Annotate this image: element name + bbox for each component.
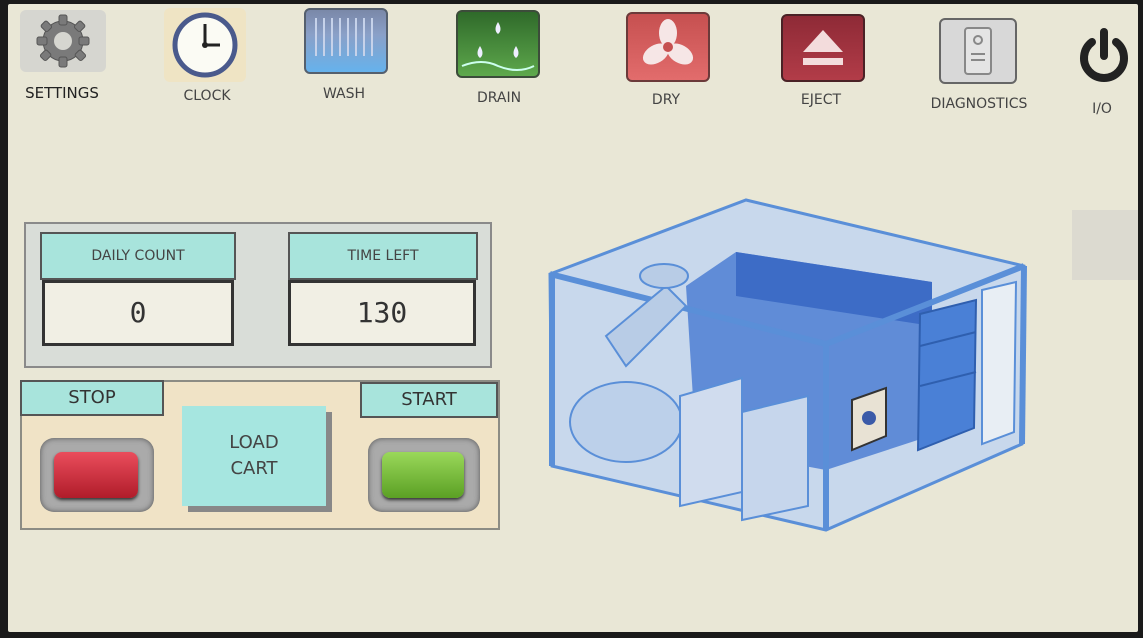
- diagnostics-label: DIAGNOSTICS: [930, 96, 1028, 112]
- stop-button[interactable]: [54, 452, 138, 498]
- daily-count-header: DAILY COUNT: [40, 232, 236, 280]
- counters-panel: DAILY COUNT 0 TIME LEFT 130: [24, 222, 492, 368]
- eject-button[interactable]: EJECT: [773, 4, 873, 114]
- stop-button-well: [40, 438, 154, 512]
- drain-icon: [456, 10, 540, 78]
- wash-icon: [304, 8, 388, 74]
- daily-count-label: DAILY COUNT: [91, 248, 185, 264]
- fan-icon: [626, 12, 710, 82]
- load-cart-line2: CART: [230, 458, 278, 479]
- load-cart-line1: LOAD: [229, 432, 279, 453]
- start-button[interactable]: [382, 452, 464, 498]
- diagnostics-button[interactable]: DIAGNOSTICS: [913, 4, 1053, 119]
- clock-label: CLOCK: [183, 88, 231, 104]
- hmi-screen: SETTINGS CLOCK WASH DRAIN DRY EJECT DIAG…: [8, 4, 1138, 632]
- dry-button[interactable]: DRY: [618, 4, 718, 114]
- clock-button[interactable]: CLOCK: [158, 4, 258, 114]
- wash-button[interactable]: WASH: [298, 4, 388, 114]
- drain-button[interactable]: DRAIN: [448, 4, 558, 114]
- time-left-display: 130: [288, 280, 476, 346]
- dry-label: DRY: [651, 92, 681, 108]
- daily-count-display: 0: [42, 280, 234, 346]
- stop-header: STOP: [20, 380, 164, 416]
- daily-count-value: 0: [129, 296, 147, 329]
- start-label: START: [401, 389, 457, 410]
- start-button-well: [368, 438, 480, 512]
- machine-illustration: [546, 196, 1032, 532]
- load-cart-button[interactable]: LOAD CART: [182, 406, 326, 506]
- drain-label: DRAIN: [476, 90, 522, 106]
- diagnostics-icon: [939, 18, 1017, 84]
- power-label: I/O: [1092, 101, 1112, 117]
- side-tab[interactable]: [1072, 210, 1138, 280]
- top-toolbar: SETTINGS CLOCK WASH DRAIN DRY EJECT DIAG…: [8, 4, 1138, 124]
- power-icon: [1074, 26, 1134, 86]
- eject-label: EJECT: [800, 92, 842, 108]
- time-left-header: TIME LEFT: [288, 232, 478, 280]
- eject-icon: [781, 14, 865, 82]
- time-left-value: 130: [356, 296, 408, 329]
- time-left-label: TIME LEFT: [347, 248, 419, 264]
- settings-label: SETTINGS: [25, 84, 99, 102]
- wash-label: WASH: [322, 86, 366, 102]
- power-button[interactable]: I/O: [1070, 4, 1136, 119]
- start-header: START: [360, 382, 498, 418]
- clock-icon: [164, 8, 246, 82]
- gear-icon: [20, 10, 106, 72]
- stop-label: STOP: [68, 387, 116, 408]
- control-panel: STOP START LOAD CART: [20, 380, 500, 530]
- settings-button[interactable]: SETTINGS: [8, 4, 118, 114]
